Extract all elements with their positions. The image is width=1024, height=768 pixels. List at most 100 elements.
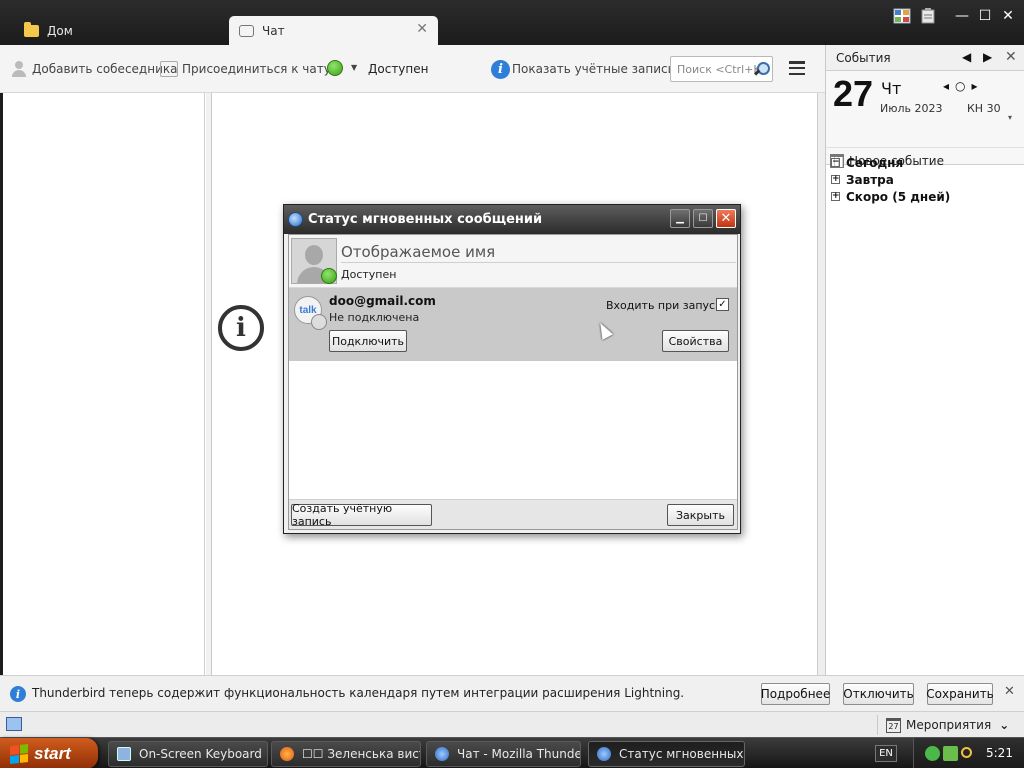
notification-text: Thunderbird теперь содержит функциональн… [32, 686, 685, 700]
start-label: start [34, 743, 71, 763]
join-chat-label: Присоединиться к чату [182, 62, 331, 76]
events-nav-arrows-icon[interactable]: ◀ ▶ [962, 50, 996, 64]
add-contact-icon [10, 60, 28, 78]
collapse-icon[interactable]: − [831, 158, 840, 167]
add-contact-button[interactable]: Добавить собеседника [10, 58, 177, 80]
window-minimize-button[interactable]: — [952, 7, 972, 25]
notification-close-icon[interactable]: ✕ [1004, 684, 1015, 699]
windows-logo-icon [10, 743, 28, 764]
taskbar-item-im-status[interactable]: Статус мгновенных … [588, 741, 745, 767]
notification-bar: i Thunderbird теперь содержит функционал… [0, 675, 1024, 711]
taskbar-item-firefox[interactable]: ☐☐ Зеленська вист… [271, 741, 421, 767]
thunderbird-icon [597, 747, 611, 761]
clock: 5:21 [986, 746, 1013, 760]
events-pane: События ◀ ▶ ✕ 27 Чт ◂○▸ Июль 2023 КН 30 … [825, 45, 1024, 675]
show-accounts-button[interactable]: i Показать учётные записи [491, 58, 675, 80]
tab-home[interactable]: Дом [14, 16, 224, 45]
keyboard-icon [117, 747, 131, 761]
folder-icon [24, 21, 39, 37]
taskbar-item-label: Чат - Mozilla Thunder… [457, 747, 581, 761]
add-contact-label: Добавить собеседника [32, 62, 178, 76]
tab-chat[interactable]: Чат ✕ [229, 16, 438, 45]
more-info-button[interactable]: Подробнее [761, 683, 830, 705]
agenda-item-soon[interactable]: + Скоро (5 дней) [831, 188, 1021, 205]
window-close-button[interactable]: ✕ [998, 7, 1018, 25]
search-input[interactable]: Поиск <Ctrl+K> [670, 56, 773, 82]
tab-close-icon[interactable]: ✕ [416, 21, 428, 37]
today-box: 27 Чт ◂○▸ Июль 2023 КН 30 ▾ Новое событи… [826, 71, 1024, 168]
status-available-icon[interactable] [327, 60, 343, 76]
profile-header: Отображаемое имя Доступен [289, 235, 737, 288]
notification-info-icon: i [10, 686, 26, 702]
autologin-checkbox[interactable]: ✓ [716, 298, 729, 311]
properties-button[interactable]: Свойства [662, 330, 729, 352]
firefox-icon [280, 747, 294, 761]
status-dropdown-icon[interactable]: ▼ [351, 63, 357, 72]
week-number: КН 30 [967, 102, 1001, 115]
search-icon[interactable] [754, 62, 770, 76]
tray-app-icon[interactable] [943, 746, 958, 761]
account-state: Не подключена [329, 311, 420, 324]
disable-button[interactable]: Отключить [843, 683, 914, 705]
account-row[interactable]: talk doo@gmail.com Не подключена Входить… [289, 288, 737, 361]
taskbar-item-thunderbird-chat[interactable]: Чат - Mozilla Thunder… [426, 741, 581, 767]
thunderbird-icon [435, 747, 449, 761]
status-label[interactable]: Доступен [368, 62, 428, 76]
events-pane-title: События [836, 51, 891, 65]
profile-status[interactable]: Доступен [341, 268, 396, 281]
dialog-body: Отображаемое имя Доступен talk doo@gmail… [288, 234, 738, 530]
events-pane-close-icon[interactable]: ✕ [1005, 49, 1017, 65]
tasks-icon[interactable] [919, 8, 937, 24]
dialog-close-button[interactable]: ✕ [716, 209, 736, 228]
show-accounts-label: Показать учётные записи [512, 62, 676, 76]
taskbar-item-label: Статус мгновенных … [619, 747, 744, 761]
offline-status-icon[interactable] [6, 717, 22, 731]
events-toggle-button[interactable]: 27 Мероприятия ⌄ [886, 715, 1009, 735]
join-chat-button[interactable]: Присоединиться к чату [160, 58, 331, 80]
close-button[interactable]: Закрыть [667, 504, 734, 526]
display-name-field[interactable]: Отображаемое имя [341, 241, 736, 263]
start-button[interactable]: start [0, 738, 98, 768]
hamburger-menu-icon[interactable] [789, 61, 805, 75]
connect-button[interactable]: Подключить [329, 330, 407, 352]
utorrent-icon[interactable] [925, 746, 940, 761]
tray-search-icon[interactable] [961, 747, 972, 758]
chevron-down-icon: ⌄ [999, 718, 1010, 732]
expand-icon[interactable]: + [831, 192, 840, 201]
events-pane-splitter[interactable] [817, 93, 825, 675]
autologin-label: Входить при запуске [606, 299, 729, 312]
day-nav-icon[interactable]: ◂○▸ [943, 79, 984, 93]
agenda-item-label: Скоро (5 дней) [846, 189, 951, 204]
agenda-list: − Сегодня + Завтра + Скоро (5 дней) [831, 154, 1021, 205]
dialog-title: Статус мгновенных сообщений [308, 212, 543, 227]
agenda-item-tomorrow[interactable]: + Завтра [831, 171, 1021, 188]
events-pane-header: События ◀ ▶ ✕ [826, 45, 1024, 71]
expand-icon[interactable]: + [831, 175, 840, 184]
info-icon: i [491, 59, 510, 79]
agenda-item-today[interactable]: − Сегодня [831, 154, 1021, 171]
language-indicator[interactable]: EN [875, 745, 897, 762]
create-account-button[interactable]: Создать учётную запись [291, 502, 432, 528]
dialog-title-bar[interactable]: Статус мгновенных сообщений ▁ ☐ ✕ [284, 205, 740, 234]
status-bar: 27 Мероприятия ⌄ [0, 711, 1024, 737]
agenda-item-label: Завтра [846, 172, 894, 187]
calendar-view-icon[interactable] [893, 8, 911, 24]
window-maximize-button[interactable]: ☐ [975, 7, 995, 25]
dialog-minimize-button[interactable]: ▁ [670, 209, 690, 228]
status-available-icon [321, 268, 337, 284]
day-name: Чт [881, 79, 902, 98]
keep-button[interactable]: Сохранить [926, 683, 994, 705]
month-year: Июль 2023 [880, 102, 943, 115]
system-tray: 5:21 [913, 738, 1024, 768]
taskbar-item-keyboard[interactable]: On-Screen Keyboard [108, 741, 268, 767]
tab-chat-label: Чат [262, 23, 285, 38]
day-more-icon[interactable]: ▾ [1008, 113, 1012, 122]
chat-bubble-icon [239, 24, 254, 37]
tab-home-label: Дом [47, 23, 73, 38]
events-toggle-label: Мероприятия [906, 718, 992, 732]
contacts-list[interactable] [3, 93, 205, 675]
im-status-dialog: Статус мгновенных сообщений ▁ ☐ ✕ Отобра… [283, 204, 741, 534]
dialog-maximize-button[interactable]: ☐ [693, 209, 713, 228]
google-talk-icon: talk [294, 296, 327, 330]
contacts-splitter[interactable] [206, 93, 212, 675]
